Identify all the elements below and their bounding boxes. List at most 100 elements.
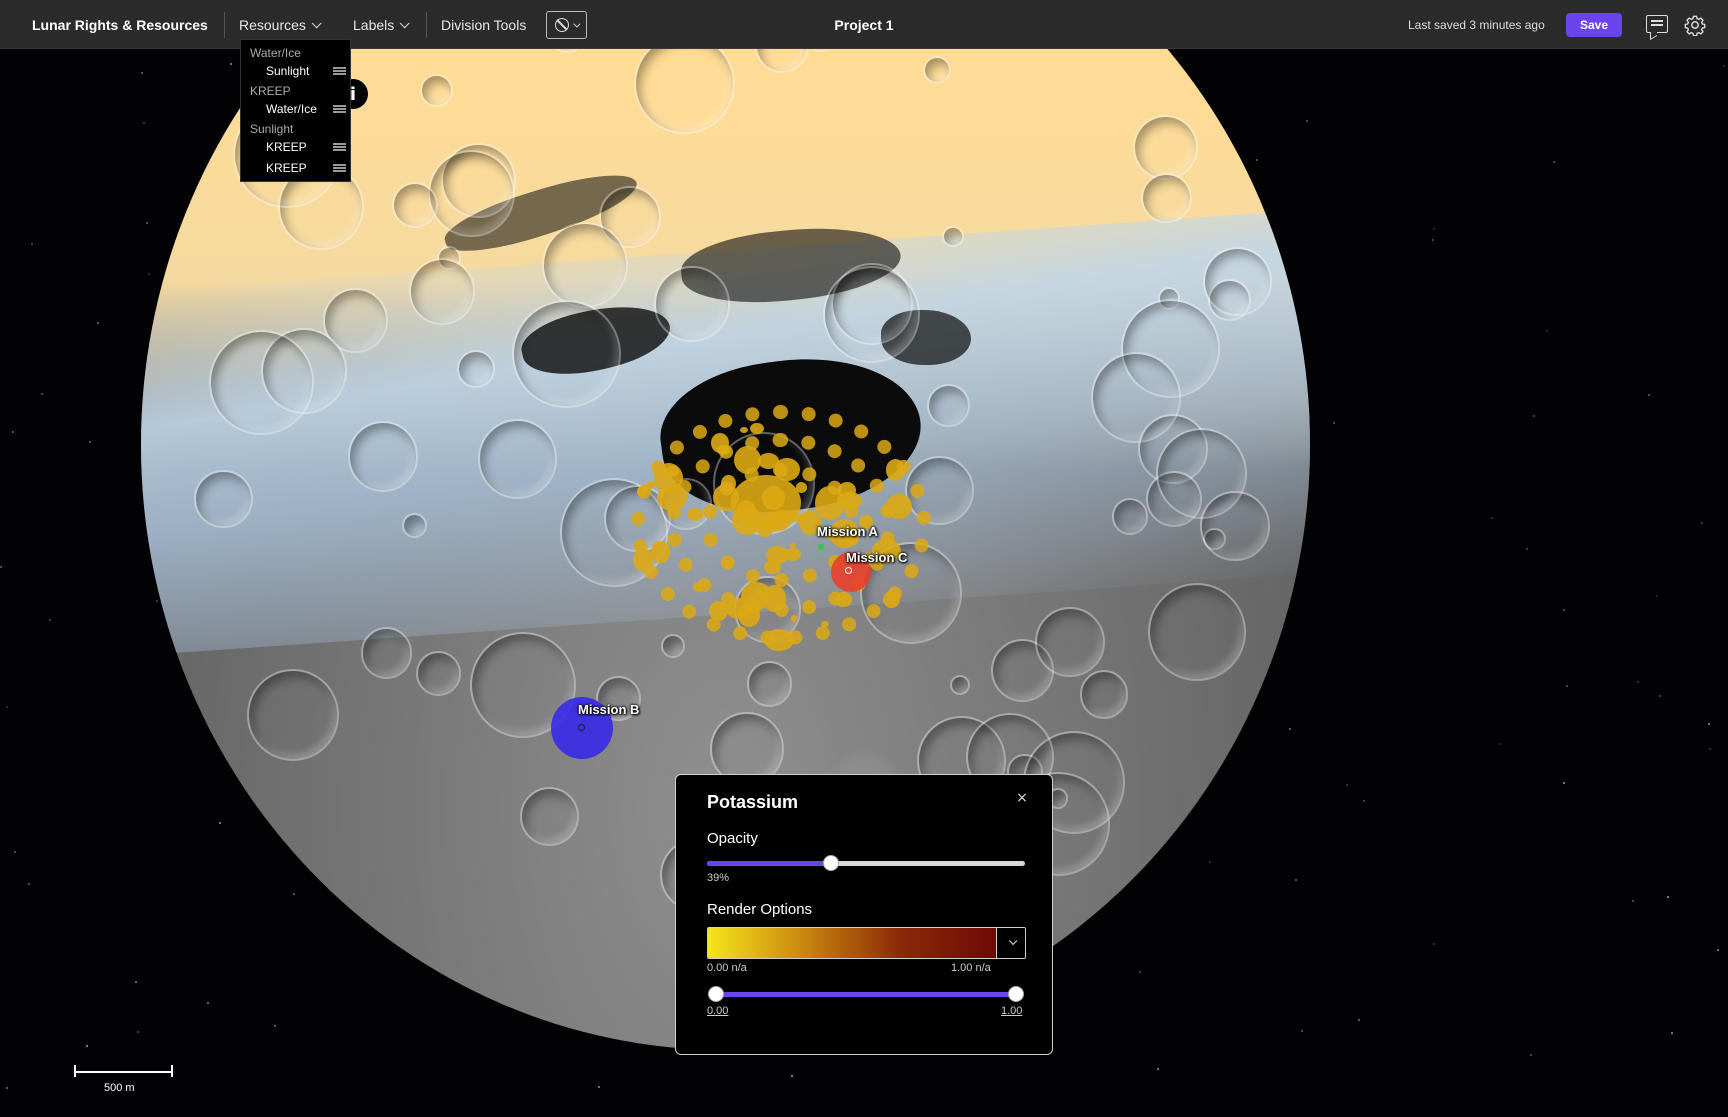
crater: [949, 675, 970, 696]
crater: [1079, 670, 1128, 719]
resources-menu-label: Resources: [239, 17, 306, 33]
crater: [1141, 172, 1192, 224]
crater: [416, 650, 462, 696]
range-min-value[interactable]: 0.00: [707, 1005, 728, 1017]
crater: [401, 512, 428, 539]
mission-c-marker[interactable]: [845, 567, 852, 574]
potassium-deposit: [820, 620, 829, 627]
dropdown-item[interactable]: KREEP: [266, 140, 307, 154]
dropdown-group-label: Sunlight: [250, 122, 294, 136]
mission-a-label[interactable]: Mission A: [817, 524, 878, 539]
scale-bar-label: 500 m: [104, 1082, 135, 1094]
crater: [209, 330, 315, 436]
chevron-down-icon: [399, 17, 410, 28]
potassium-deposit: [763, 585, 786, 612]
crater: [661, 634, 686, 659]
potassium-deposit: [790, 615, 798, 623]
dropdown-group-label: Water/Ice: [250, 46, 301, 60]
crater: [1155, 427, 1247, 519]
potassium-deposit: [686, 508, 704, 521]
crater: [926, 384, 970, 428]
layer-settings-panel: Potassium × Opacity 39% Render Options 0…: [675, 774, 1053, 1055]
ramp-min-label: 0.00 n/a: [707, 962, 747, 974]
dropdown-item[interactable]: Water/Ice: [266, 102, 317, 116]
division-tools-label: Division Tools: [441, 17, 527, 33]
crater: [457, 350, 495, 388]
opacity-value: 39%: [707, 872, 730, 884]
last-saved-status: Last saved 3 minutes ago: [1408, 18, 1545, 32]
panel-title: Potassium: [707, 792, 799, 812]
sliders-icon[interactable]: [333, 142, 346, 151]
potassium-deposit: [693, 581, 703, 592]
crater: [1203, 246, 1273, 316]
divider: [426, 12, 427, 38]
crater: [477, 419, 558, 499]
opacity-slider[interactable]: [707, 861, 1025, 866]
sliders-icon[interactable]: [333, 104, 346, 113]
mission-a-marker[interactable]: [818, 544, 824, 550]
scale-bar-tick: [74, 1065, 76, 1077]
dropdown-item[interactable]: Sunlight: [266, 64, 309, 78]
project-title[interactable]: Project 1: [834, 17, 893, 33]
mission-b-marker[interactable]: [578, 724, 585, 731]
sliders-icon[interactable]: [333, 66, 346, 75]
crater: [361, 627, 413, 679]
potassium-deposit: [737, 604, 760, 628]
range-max-thumb[interactable]: [1008, 986, 1024, 1002]
scale-bar-tick: [171, 1065, 173, 1077]
sliders-icon[interactable]: [333, 163, 346, 172]
crater: [1111, 498, 1149, 535]
mission-b-label[interactable]: Mission B: [578, 702, 639, 717]
app-brand: Lunar Rights & Resources: [32, 17, 208, 33]
opacity-slider-thumb[interactable]: [823, 855, 840, 871]
resources-menu-button[interactable]: Resources: [239, 17, 322, 33]
potassium-deposit: [749, 422, 764, 434]
dropdown-group-label: KREEP: [250, 84, 291, 98]
resources-dropdown: Water/Ice Sunlight KREEP Water/Ice Sunli…: [240, 39, 351, 182]
crater: [428, 150, 515, 237]
tool-selector-dropdown[interactable]: [546, 11, 587, 39]
comment-icon[interactable]: [1646, 15, 1668, 33]
scale-bar: [74, 1071, 172, 1073]
potassium-deposit: [632, 549, 653, 571]
opacity-slider-fill: [707, 861, 832, 866]
labels-menu-label: Labels: [353, 17, 395, 33]
potassium-deposit: [885, 458, 905, 481]
chevron-down-icon: [311, 17, 322, 28]
chevron-down-icon: [573, 20, 581, 28]
range-max-value[interactable]: 1.00: [1001, 1005, 1022, 1017]
potassium-deposit: [837, 491, 862, 510]
crater: [654, 266, 730, 342]
crater: [1132, 115, 1198, 181]
no-symbol-icon: [555, 18, 569, 32]
crater: [519, 787, 579, 847]
crater: [247, 669, 339, 761]
ramp-max-label: 1.00 n/a: [951, 962, 991, 974]
potassium-deposit: [709, 600, 729, 621]
crater: [194, 470, 253, 529]
color-ramp-select[interactable]: [707, 927, 1026, 959]
division-tools-button[interactable]: Division Tools: [441, 17, 526, 33]
value-range-slider[interactable]: [716, 992, 1016, 997]
color-ramp-dropdown-button[interactable]: [996, 928, 1025, 958]
dropdown-item[interactable]: KREEP: [266, 161, 307, 175]
crater: [942, 225, 964, 248]
potassium-deposit: [764, 629, 795, 651]
mission-c-label[interactable]: Mission C: [846, 550, 907, 565]
close-icon[interactable]: ×: [1013, 789, 1031, 807]
crater: [822, 265, 920, 364]
save-button[interactable]: Save: [1566, 13, 1622, 37]
opacity-label: Opacity: [707, 830, 758, 847]
chevron-down-icon: [1008, 936, 1018, 946]
crater: [1148, 583, 1247, 682]
labels-menu-button[interactable]: Labels: [353, 17, 410, 33]
gear-icon[interactable]: [1684, 14, 1706, 36]
divider: [224, 12, 225, 38]
color-ramp-preview: [708, 928, 996, 958]
potassium-deposit: [885, 493, 912, 520]
range-min-thumb[interactable]: [708, 986, 724, 1002]
crater: [420, 74, 453, 107]
crater: [541, 222, 629, 309]
crater: [746, 661, 793, 708]
crater: [347, 421, 419, 492]
